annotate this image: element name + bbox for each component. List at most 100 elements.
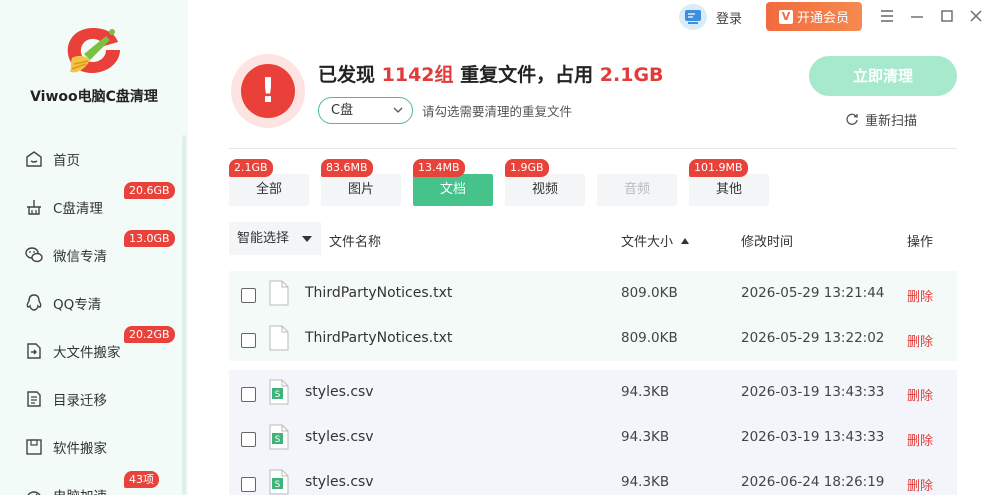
summary-size: 2.1GB [599,64,664,86]
delete-link[interactable]: 删除 [907,430,933,449]
file-time: 2026-05-29 13:22:02 [741,330,885,346]
column-header-name: 文件名称 [329,235,382,250]
sidebar-item-label: 微信专清 [53,249,107,265]
file-name: styles.csv [305,429,374,445]
txt-file-icon [269,280,289,306]
sidebar-item-label: 目录迁移 [53,393,107,409]
delete-link[interactable]: 删除 [907,286,933,305]
txt-file-icon [269,325,289,351]
tab-other-badge: 101.9MB [689,159,748,177]
vip-label: 开通会员 [796,11,849,26]
clean-now-button[interactable]: 立即清理 [809,56,957,96]
row-checkbox[interactable] [241,387,256,402]
delete-link[interactable]: 删除 [907,331,933,350]
vip-mark-icon: V [778,9,793,24]
alert-icon: ! [231,54,305,128]
drive-select-value: C盘 [331,103,354,118]
summary-headline: 已发现 1142组 重复文件，占用 2.1GB [318,60,664,87]
row-checkbox[interactable] [241,432,256,447]
table-row: ThirdPartyNotices.txt 809.0KB 2026-05-29… [229,271,957,316]
file-name: styles.csv [305,384,374,400]
tab-videos-badge: 1.9GB [505,159,549,177]
delete-link[interactable]: 删除 [907,385,933,404]
speedup-icon [27,491,41,495]
row-checkbox[interactable] [241,477,256,492]
sidebar-item-qq[interactable]: QQ专清 [24,291,174,315]
app-logo-icon [67,28,120,74]
file-time: 2026-03-19 13:43:33 [741,429,885,445]
csv-file-icon: S [269,424,289,450]
tab-all-badge: 2.1GB [229,159,273,177]
tab-audio[interactable]: 音频 [597,174,677,206]
summary-prefix: 已发现 [318,64,376,86]
tab-images[interactable]: 图片 [321,174,401,206]
sidebar-item-label: 电脑加速 [53,485,107,495]
smart-select-dropdown[interactable]: 智能选择 [229,222,321,255]
svg-text:S: S [275,390,281,400]
table-row: S styles.csv 94.3KB 2026-03-19 13:43:33 … [229,370,957,415]
column-header-size[interactable]: 文件大小 [621,231,690,250]
file-size: 94.3KB [621,474,670,490]
column-header-size-label: 文件大小 [621,235,674,250]
column-header-action: 操作 [907,235,934,250]
table-row: S styles.csv 94.3KB 2026-06-24 18:26:19 … [229,460,957,495]
file-name: ThirdPartyNotices.txt [305,330,453,346]
wechat-icon [25,247,43,263]
sidebar-badge-wechat: 13.0GB [124,230,175,247]
sort-ascending-icon [681,238,690,244]
broom-icon [27,200,41,215]
delete-link[interactable]: 删除 [907,475,933,494]
svg-text:S: S [275,435,281,445]
header-divider [229,148,957,149]
chevron-down-icon [393,107,403,113]
file-name: ThirdPartyNotices.txt [305,285,453,301]
sidebar-item-software-move[interactable]: 软件搬家 [24,435,174,459]
login-label: 登录 [716,11,743,27]
rescan-label: 重新扫描 [865,113,918,129]
file-size: 809.0KB [621,285,678,301]
file-size: 809.0KB [621,330,678,346]
qq-icon [26,294,42,311]
maximize-icon[interactable] [939,8,955,24]
sidebar-badge-speedup: 43项 [124,471,159,488]
row-checkbox[interactable] [241,333,256,348]
user-avatar-icon [679,4,707,30]
minimize-icon[interactable] [909,8,925,24]
tab-all[interactable]: 全部 [229,174,309,206]
sidebar: Viwoo电脑C盘清理 首页 C盘清理 20.6GB 微信专清 13.0GB Q… [0,0,188,495]
sidebar-item-label: 软件搬家 [53,441,107,457]
select-hint: 请勾选需要清理的重复文件 [422,104,573,119]
close-icon[interactable] [968,8,984,24]
login-button[interactable]: 登录 [679,4,742,30]
sidebar-item-home[interactable]: 首页 [24,147,174,171]
table-row: ThirdPartyNotices.txt 809.0KB 2026-05-29… [229,316,957,361]
duplicate-group: ThirdPartyNotices.txt 809.0KB 2026-05-29… [229,271,957,361]
drive-select[interactable]: C盘 [318,97,413,124]
csv-file-icon: S [269,469,289,495]
smart-select-label: 智能选择 [237,231,290,246]
file-time: 2026-05-29 13:21:44 [741,285,885,301]
app-name: Viwoo电脑C盘清理 [30,89,158,105]
sidebar-scrollbar[interactable] [182,135,186,495]
menu-icon[interactable] [879,8,895,24]
sidebar-badge-c-clean: 20.6GB [124,182,175,199]
move-file-icon [27,343,41,359]
rescan-button[interactable]: 重新扫描 [845,110,918,129]
column-header-time: 修改时间 [741,235,794,250]
caret-down-icon [302,236,312,242]
refresh-icon [846,113,858,125]
tab-videos[interactable]: 视频 [505,174,585,206]
sidebar-item-dir-migrate[interactable]: 目录迁移 [24,387,174,411]
sidebar-item-label: 首页 [53,153,80,169]
file-size: 94.3KB [621,384,670,400]
csv-file-icon: S [269,379,289,405]
tab-other[interactable]: 其他 [689,174,769,206]
row-checkbox[interactable] [241,288,256,303]
file-size: 94.3KB [621,429,670,445]
tab-images-badge: 83.6MB [321,159,373,177]
tab-documents[interactable]: 文档 [413,174,493,206]
summary-middle: 重复文件，占用 [460,64,594,86]
file-name: styles.csv [305,474,374,490]
vip-button[interactable]: V 开通会员 [766,2,862,31]
sidebar-item-label: QQ专清 [53,297,102,313]
